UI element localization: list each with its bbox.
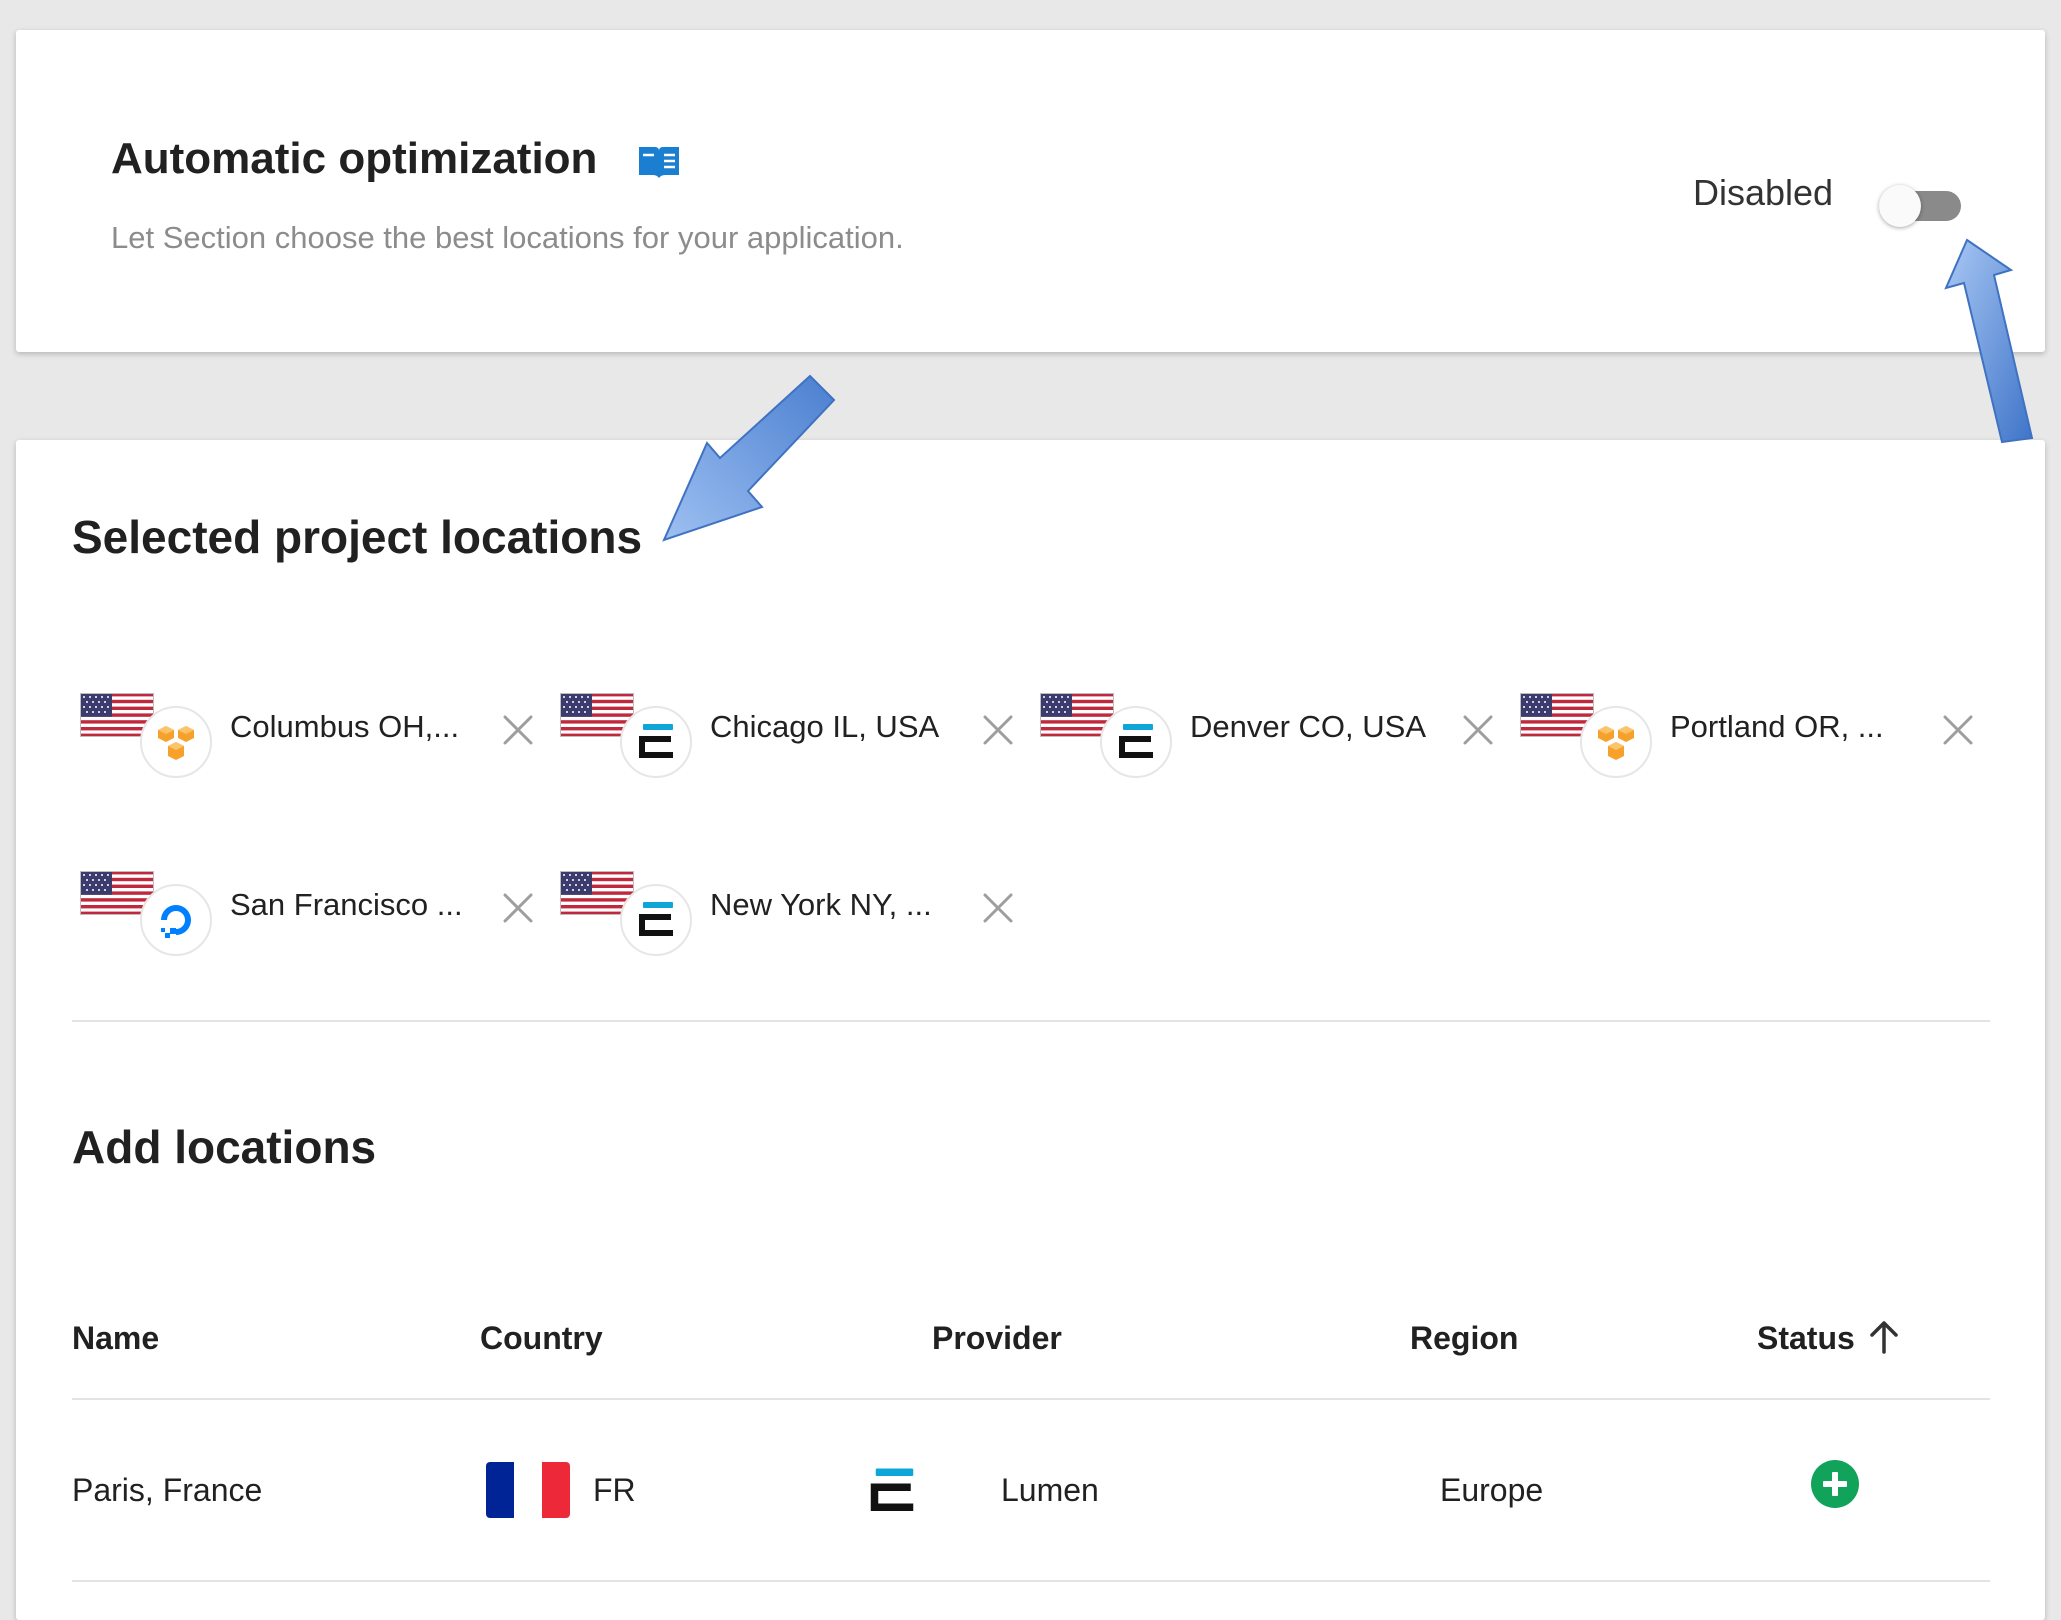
lumen-icon bbox=[1119, 724, 1153, 758]
location-chip-label: Columbus OH,... bbox=[230, 709, 460, 744]
automatic-optimization-description: Let Section choose the best locations fo… bbox=[111, 220, 904, 255]
toggle-knob bbox=[1879, 185, 1921, 227]
provider-badge bbox=[620, 706, 692, 778]
book-icon[interactable] bbox=[636, 142, 682, 182]
close-icon[interactable] bbox=[980, 890, 1016, 926]
location-chip-label: Chicago IL, USA bbox=[710, 709, 940, 744]
location-chip-label: San Francisco ... bbox=[230, 887, 463, 922]
provider-badge bbox=[620, 884, 692, 956]
close-icon[interactable] bbox=[500, 890, 536, 926]
row-country-cell: FR bbox=[593, 1472, 636, 1508]
provider-badge bbox=[1100, 706, 1172, 778]
arrow-up-icon[interactable] bbox=[1866, 1318, 1902, 1356]
provider-badge bbox=[140, 884, 212, 956]
column-header-name[interactable]: Name bbox=[72, 1320, 159, 1357]
toggle-status-label: Disabled bbox=[1693, 172, 1834, 213]
annotation-arrow bbox=[1944, 238, 2034, 444]
location-chip: New York NY, ... bbox=[560, 846, 1030, 956]
row-provider-cell: Lumen bbox=[1001, 1472, 1099, 1508]
close-icon[interactable] bbox=[1460, 712, 1496, 748]
location-chip-label: Denver CO, USA bbox=[1190, 709, 1427, 744]
row-region-cell: Europe bbox=[1440, 1472, 1544, 1508]
location-chip: San Francisco ... bbox=[80, 846, 550, 956]
column-header-status[interactable]: Status bbox=[1757, 1320, 1855, 1357]
location-chip: Portland OR, ... bbox=[1520, 668, 1990, 778]
close-icon[interactable] bbox=[500, 712, 536, 748]
lumen-icon bbox=[870, 1468, 914, 1511]
location-chip-label: New York NY, ... bbox=[710, 887, 932, 922]
close-icon[interactable] bbox=[980, 712, 1016, 748]
provider-badge bbox=[1580, 706, 1652, 778]
lumen-icon bbox=[639, 724, 673, 758]
annotation-arrow bbox=[662, 374, 836, 542]
automatic-optimization-card: Automatic optimization Let Section choos… bbox=[16, 30, 2045, 352]
location-chip: Columbus OH,... bbox=[80, 668, 550, 778]
automatic-optimization-toggle[interactable] bbox=[1879, 175, 1967, 233]
close-icon[interactable] bbox=[1940, 712, 1976, 748]
lumen-icon bbox=[639, 902, 673, 936]
automatic-optimization-title: Automatic optimization bbox=[111, 134, 598, 183]
selected-locations-title: Selected project locations bbox=[72, 511, 643, 563]
aws-icon bbox=[158, 726, 194, 760]
add-locations-title: Add locations bbox=[72, 1121, 377, 1173]
fr-flag-icon bbox=[486, 1462, 570, 1518]
locations-card: Selected project locations Columbus OH,.… bbox=[16, 440, 2045, 1620]
section-divider bbox=[72, 1020, 1990, 1022]
add-circle-icon[interactable] bbox=[1811, 1460, 1859, 1508]
location-chip: Denver CO, USA bbox=[1040, 668, 1510, 778]
column-header-country[interactable]: Country bbox=[480, 1320, 603, 1357]
table-row-divider bbox=[72, 1580, 1990, 1582]
aws-icon bbox=[1598, 726, 1634, 760]
column-header-provider[interactable]: Provider bbox=[932, 1320, 1062, 1357]
provider-badge bbox=[140, 706, 212, 778]
table-header-divider bbox=[72, 1398, 1990, 1400]
column-header-region[interactable]: Region bbox=[1410, 1320, 1518, 1357]
location-chip: Chicago IL, USA bbox=[560, 668, 1030, 778]
location-chip-label: Portland OR, ... bbox=[1670, 709, 1884, 744]
row-name-cell: Paris, France bbox=[72, 1472, 263, 1508]
digitalocean-icon bbox=[161, 905, 191, 938]
